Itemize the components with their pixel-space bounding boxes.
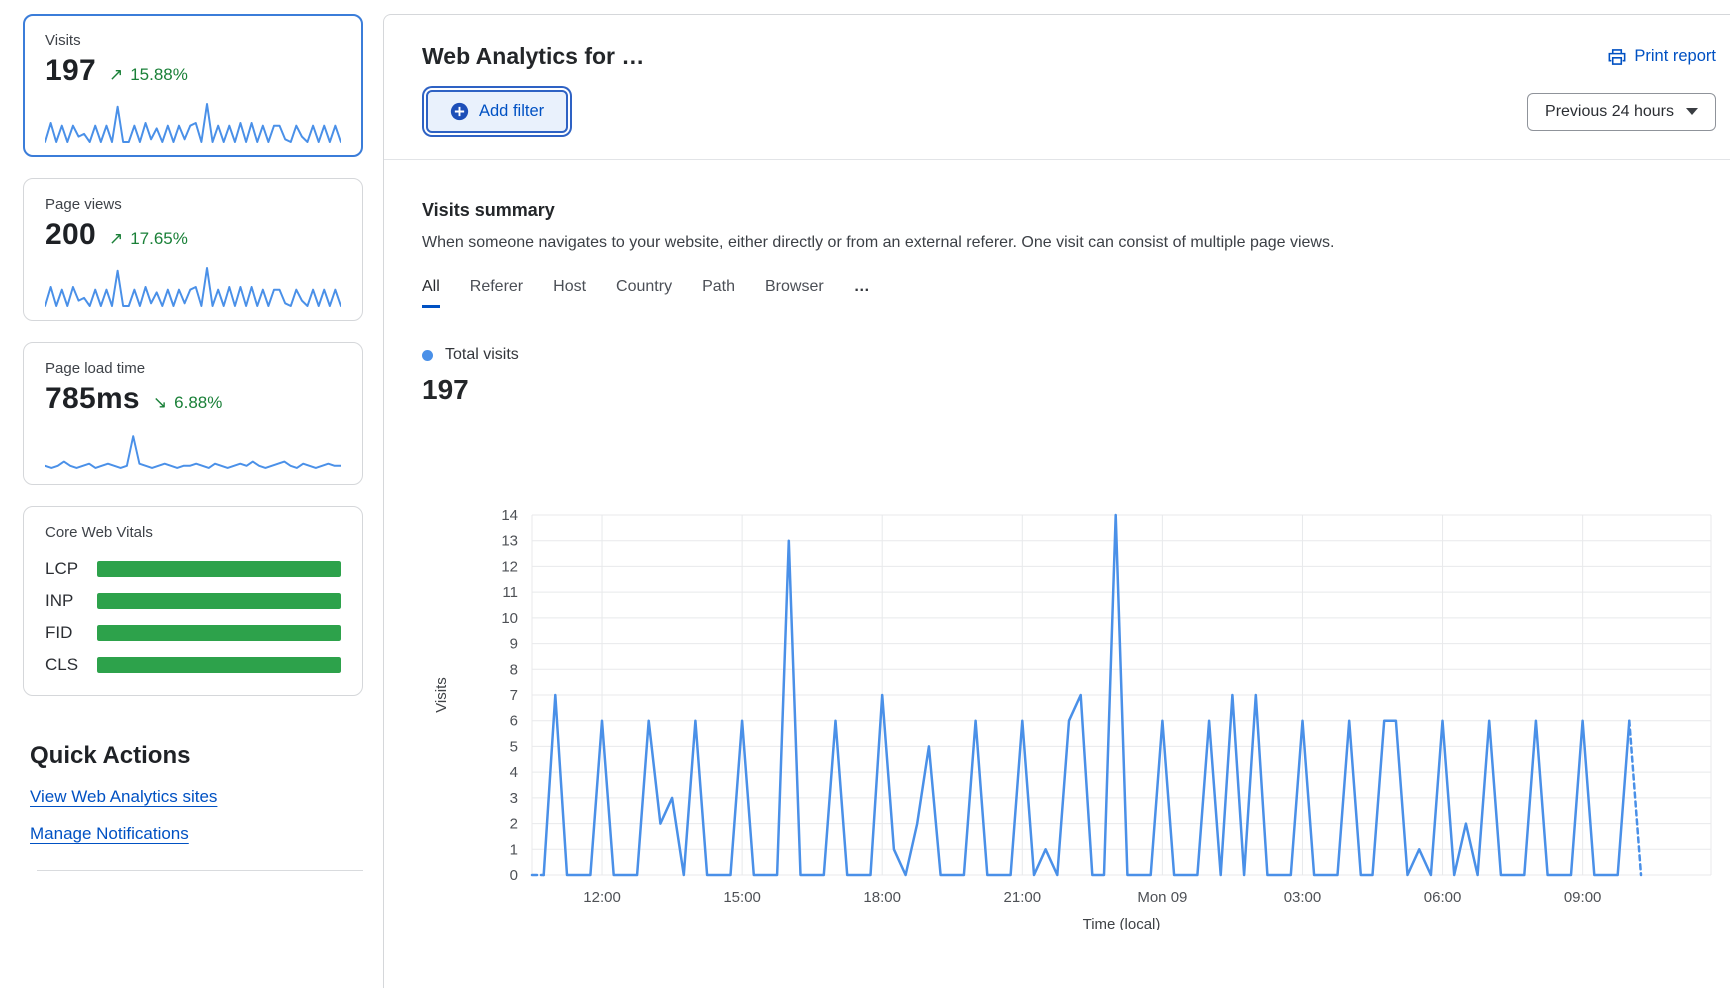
- metric-label: Visits: [45, 32, 341, 49]
- page-views-sparkline: [45, 264, 341, 308]
- svg-text:Mon 09: Mon 09: [1137, 889, 1187, 906]
- print-report-link[interactable]: Print report: [1608, 47, 1716, 66]
- cwv-row-fid: FID: [45, 623, 341, 643]
- print-report-label: Print report: [1634, 47, 1716, 66]
- time-period-value: Previous 24 hours: [1545, 103, 1674, 121]
- cwv-bar-fid: [97, 625, 341, 641]
- cwv-row-inp: INP: [45, 591, 341, 611]
- analytics-panel: Web Analytics for … Print report Add fil…: [383, 14, 1730, 988]
- cwv-label: LCP: [45, 559, 97, 579]
- tab-all[interactable]: All: [422, 278, 440, 308]
- chart-legend: Total visits: [422, 346, 1716, 364]
- plus-circle-icon: [450, 102, 469, 121]
- visits-summary-title: Visits summary: [422, 200, 1716, 221]
- svg-text:14: 14: [501, 507, 518, 524]
- metric-card-visits[interactable]: Visits 197 ↗ 15.88%: [23, 14, 363, 157]
- visits-chart: 0123456789101112131412:0015:0018:0021:00…: [422, 410, 1716, 930]
- svg-text:18:00: 18:00: [863, 889, 901, 906]
- svg-text:03:00: 03:00: [1284, 889, 1322, 906]
- more-tabs-ellipsis-icon[interactable]: …: [854, 278, 872, 308]
- core-web-vitals-title: Core Web Vitals: [45, 524, 341, 541]
- metric-card-page-views[interactable]: Page views 200 ↗ 17.65%: [23, 178, 363, 321]
- cwv-label: FID: [45, 623, 97, 643]
- visits-line-chart: 0123456789101112131412:0015:0018:0021:00…: [422, 410, 1716, 930]
- metric-card-page-load-time[interactable]: Page load time 785ms ↘ 6.88%: [23, 342, 363, 485]
- quick-actions-section: Quick Actions View Web Analytics sites M…: [23, 742, 363, 871]
- legend-label: Total visits: [445, 346, 519, 364]
- svg-text:7: 7: [510, 687, 518, 704]
- quick-actions-title: Quick Actions: [30, 742, 363, 770]
- metric-label: Page load time: [45, 360, 341, 377]
- chevron-down-icon: [1686, 108, 1698, 115]
- svg-text:06:00: 06:00: [1424, 889, 1462, 906]
- add-filter-button[interactable]: Add filter: [426, 90, 568, 133]
- panel-header: Web Analytics for … Print report Add fil…: [384, 15, 1730, 159]
- trend-value: 15.88%: [130, 65, 188, 85]
- total-visits-value: 197: [422, 374, 1716, 406]
- trend-down-arrow-icon: ↘: [153, 393, 167, 413]
- metric-value: 197: [45, 54, 96, 88]
- tab-path[interactable]: Path: [702, 278, 735, 308]
- visits-summary-description: When someone navigates to your website, …: [422, 234, 1716, 252]
- cwv-bar-lcp: [97, 561, 341, 577]
- svg-text:6: 6: [510, 713, 518, 730]
- trend-value: 6.88%: [174, 393, 222, 413]
- trend-up-arrow-icon: ↗: [109, 229, 123, 249]
- cwv-row-lcp: LCP: [45, 559, 341, 579]
- svg-text:1: 1: [510, 841, 518, 858]
- sidebar-divider: [37, 870, 363, 871]
- web-analytics-dashboard: Visits 197 ↗ 15.88% Page views 200 ↗ 17.…: [0, 0, 1730, 988]
- svg-text:Time (local): Time (local): [1083, 916, 1161, 930]
- svg-text:21:00: 21:00: [1004, 889, 1042, 906]
- visits-summary-section: Visits summary When someone navigates to…: [384, 160, 1730, 930]
- svg-text:09:00: 09:00: [1564, 889, 1602, 906]
- trend-up-arrow-icon: ↗: [109, 65, 123, 85]
- tab-host[interactable]: Host: [553, 278, 586, 308]
- tab-referer[interactable]: Referer: [470, 278, 523, 308]
- svg-text:4: 4: [510, 764, 518, 781]
- page-load-sparkline: [45, 428, 341, 472]
- legend-dot-icon: [422, 350, 433, 361]
- svg-text:5: 5: [510, 738, 518, 755]
- cwv-bar-inp: [97, 593, 341, 609]
- svg-text:10: 10: [501, 610, 518, 627]
- cwv-label: INP: [45, 591, 97, 611]
- tab-browser[interactable]: Browser: [765, 278, 824, 308]
- svg-text:11: 11: [502, 584, 518, 601]
- tab-country[interactable]: Country: [616, 278, 672, 308]
- core-web-vitals-card[interactable]: Core Web Vitals LCP INP FID CLS: [23, 506, 363, 696]
- dimension-tabs: All Referer Host Country Path Browser …: [422, 278, 1716, 308]
- svg-text:8: 8: [510, 661, 518, 678]
- svg-text:15:00: 15:00: [723, 889, 761, 906]
- svg-text:2: 2: [510, 816, 518, 833]
- metric-value: 785ms: [45, 382, 140, 416]
- cwv-label: CLS: [45, 655, 97, 675]
- view-web-analytics-sites-link[interactable]: View Web Analytics sites: [30, 787, 363, 807]
- add-filter-label: Add filter: [479, 102, 544, 121]
- printer-icon: [1608, 48, 1626, 66]
- svg-text:Visits: Visits: [433, 677, 450, 713]
- visits-sparkline: [45, 100, 341, 144]
- svg-text:12:00: 12:00: [583, 889, 621, 906]
- svg-text:9: 9: [510, 636, 518, 653]
- manage-notifications-link[interactable]: Manage Notifications: [30, 824, 363, 844]
- svg-text:12: 12: [501, 558, 518, 575]
- svg-text:3: 3: [510, 790, 518, 807]
- cwv-row-cls: CLS: [45, 655, 341, 675]
- metrics-sidebar: Visits 197 ↗ 15.88% Page views 200 ↗ 17.…: [23, 14, 363, 988]
- page-title: Web Analytics for …: [422, 43, 644, 70]
- metric-value: 200: [45, 218, 96, 252]
- time-period-dropdown[interactable]: Previous 24 hours: [1527, 93, 1716, 131]
- metric-label: Page views: [45, 196, 341, 213]
- svg-text:0: 0: [510, 867, 518, 884]
- cwv-bar-cls: [97, 657, 341, 673]
- svg-text:13: 13: [501, 533, 518, 550]
- trend-value: 17.65%: [130, 229, 188, 249]
